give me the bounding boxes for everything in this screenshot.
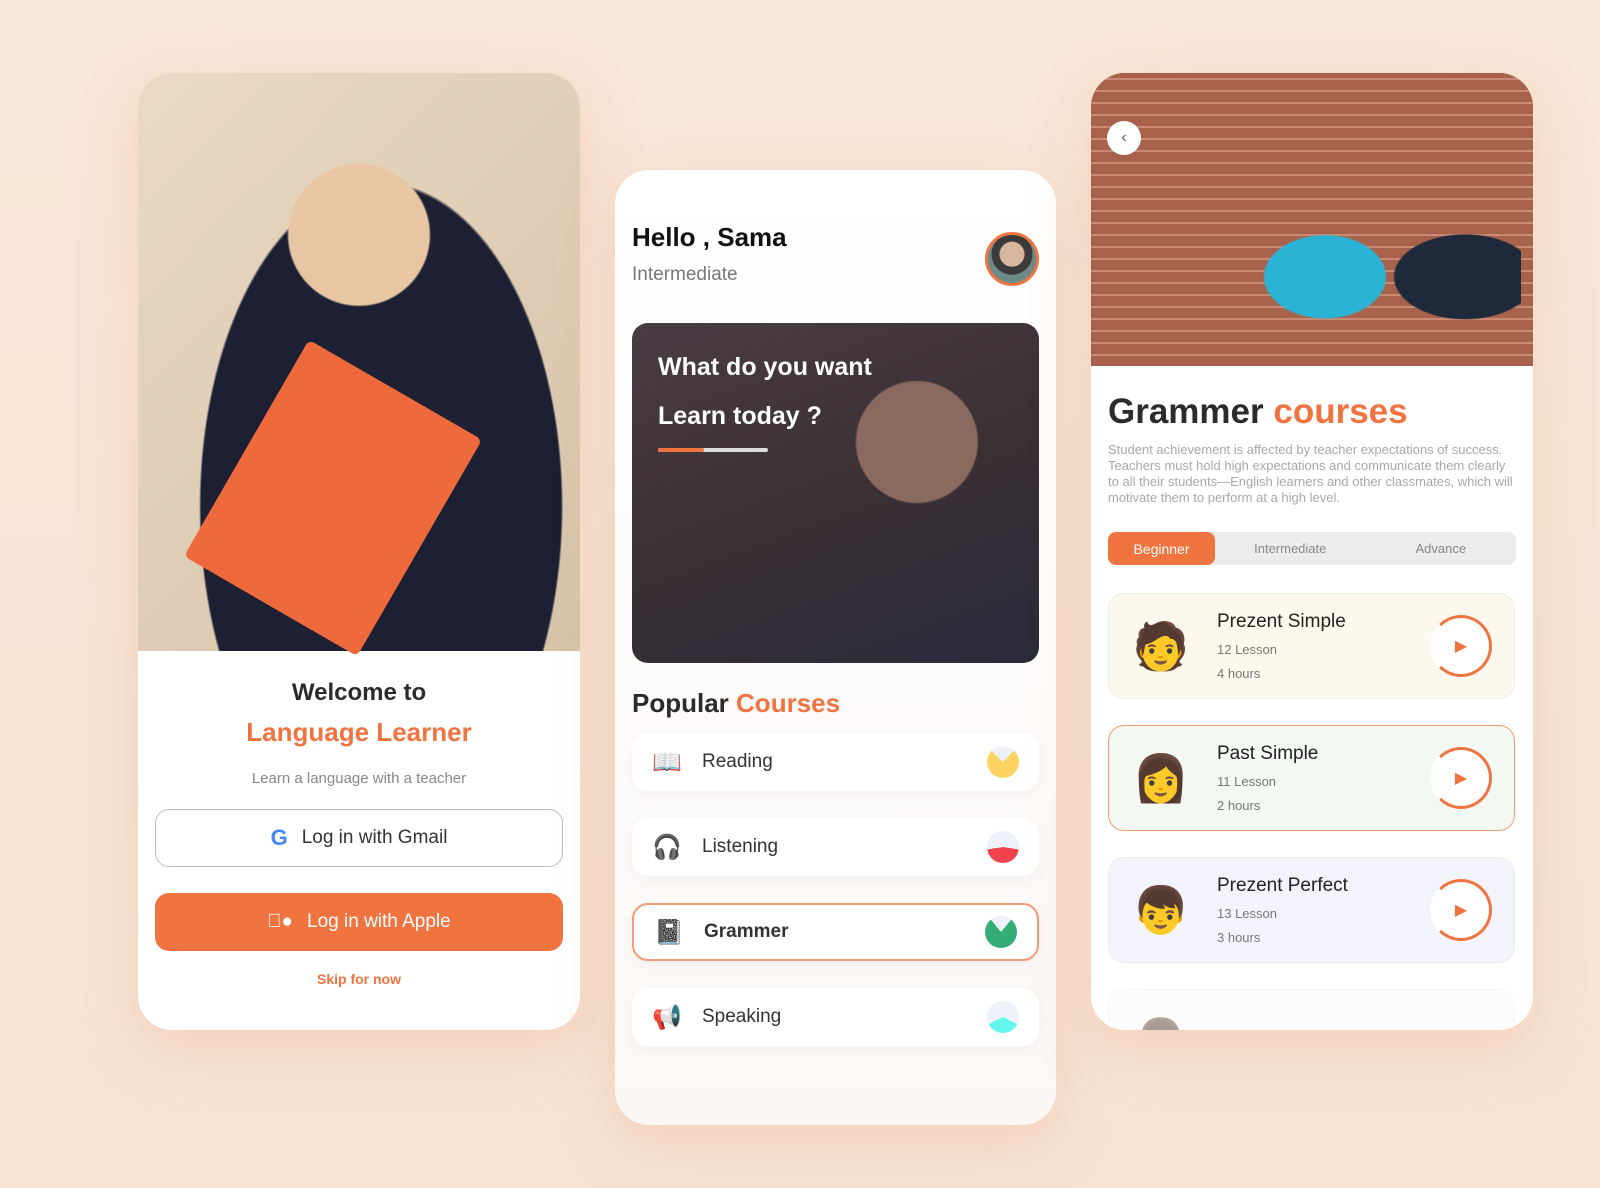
grammar-book-icon: 📓 <box>654 918 684 946</box>
book-icon: 📖 <box>652 748 682 776</box>
hero-progress <box>658 448 768 452</box>
tab-advance[interactable]: Advance <box>1366 532 1517 565</box>
progress-pie <box>987 831 1019 863</box>
user-level: Intermediate <box>632 264 738 285</box>
play-icon: ▶ <box>1454 638 1468 655</box>
page-title: Grammer courses <box>1108 392 1408 431</box>
level-tabs: Beginner Intermediate Advance <box>1108 532 1516 565</box>
course-item-reading[interactable]: 📖 Reading <box>632 733 1039 791</box>
popular-courses-title: Popular Courses <box>632 688 841 718</box>
play-icon: ▶ <box>1454 902 1468 919</box>
course-item-grammer[interactable]: 📓 Grammer <box>632 903 1039 961</box>
course-item-listening[interactable]: 🎧 Listening <box>632 818 1039 876</box>
gmail-login-button[interactable]: G Log in with Gmail <box>155 809 563 867</box>
subtitle: Learn a language with a teacher <box>251 770 467 787</box>
progress-pie <box>987 1001 1019 1033</box>
grammar-screen: ‹ Grammer courses Student achievement is… <box>1091 73 1533 1030</box>
apple-icon: ● <box>267 911 293 932</box>
play-button[interactable]: ▶ <box>1430 615 1492 677</box>
tab-beginner[interactable]: Beginner <box>1108 532 1215 565</box>
hero-banner[interactable]: What do you want Learn today ? <box>632 323 1039 663</box>
play-button[interactable]: ▶ <box>1430 879 1492 941</box>
hero-line-2: Learn today ? <box>658 402 822 430</box>
app-name: Language Learner <box>246 717 472 747</box>
back-button[interactable]: ‹ <box>1107 121 1141 155</box>
skip-link[interactable]: Skip for now <box>138 971 580 987</box>
chevron-left-icon: ‹ <box>1121 129 1127 146</box>
headphones-icon: 🎧 <box>652 833 682 861</box>
tab-intermediate[interactable]: Intermediate <box>1215 532 1366 565</box>
login-screen: Welcome to Language Learner Learn a lang… <box>138 73 580 1030</box>
lesson-card[interactable]: 👩 Past Simple 11 Lesson 2 hours ▶ <box>1108 725 1515 831</box>
avatar[interactable] <box>985 232 1039 286</box>
greeting: Hello , Sama <box>632 222 787 252</box>
home-screen: Hello , Sama Intermediate What do you wa… <box>615 170 1056 1125</box>
hero-line-1: What do you want <box>658 353 872 381</box>
megaphone-icon: 📢 <box>652 1003 682 1031</box>
memoji-avatar: 👦 <box>1132 884 1190 936</box>
lesson-card[interactable]: 👨Past Perfect <box>1108 989 1515 1030</box>
play-button[interactable]: ▶ <box>1430 747 1492 809</box>
classroom-photo <box>1091 73 1533 366</box>
description: Student achievement is affected by teach… <box>1108 442 1513 505</box>
course-item-speaking[interactable]: 📢 Speaking <box>632 988 1039 1046</box>
memoji-avatar: 👩 <box>1132 752 1190 804</box>
memoji-avatar: 🧑 <box>1132 620 1190 672</box>
play-icon: ▶ <box>1454 770 1468 787</box>
google-icon: G <box>270 825 288 850</box>
lesson-card[interactable]: 🧑 Prezent Simple 12 Lesson 4 hours ▶ <box>1108 593 1515 699</box>
hero-photo <box>138 73 580 657</box>
lesson-card[interactable]: 👦 Prezent Perfect 13 Lesson 3 hours ▶ <box>1108 857 1515 963</box>
progress-pie <box>987 746 1019 778</box>
memoji-avatar: 👨 <box>1131 1012 1191 1030</box>
apple-login-button[interactable]: ●Log in with Apple <box>155 893 563 951</box>
welcome-text: Welcome to <box>291 679 427 706</box>
progress-pie <box>985 916 1017 948</box>
